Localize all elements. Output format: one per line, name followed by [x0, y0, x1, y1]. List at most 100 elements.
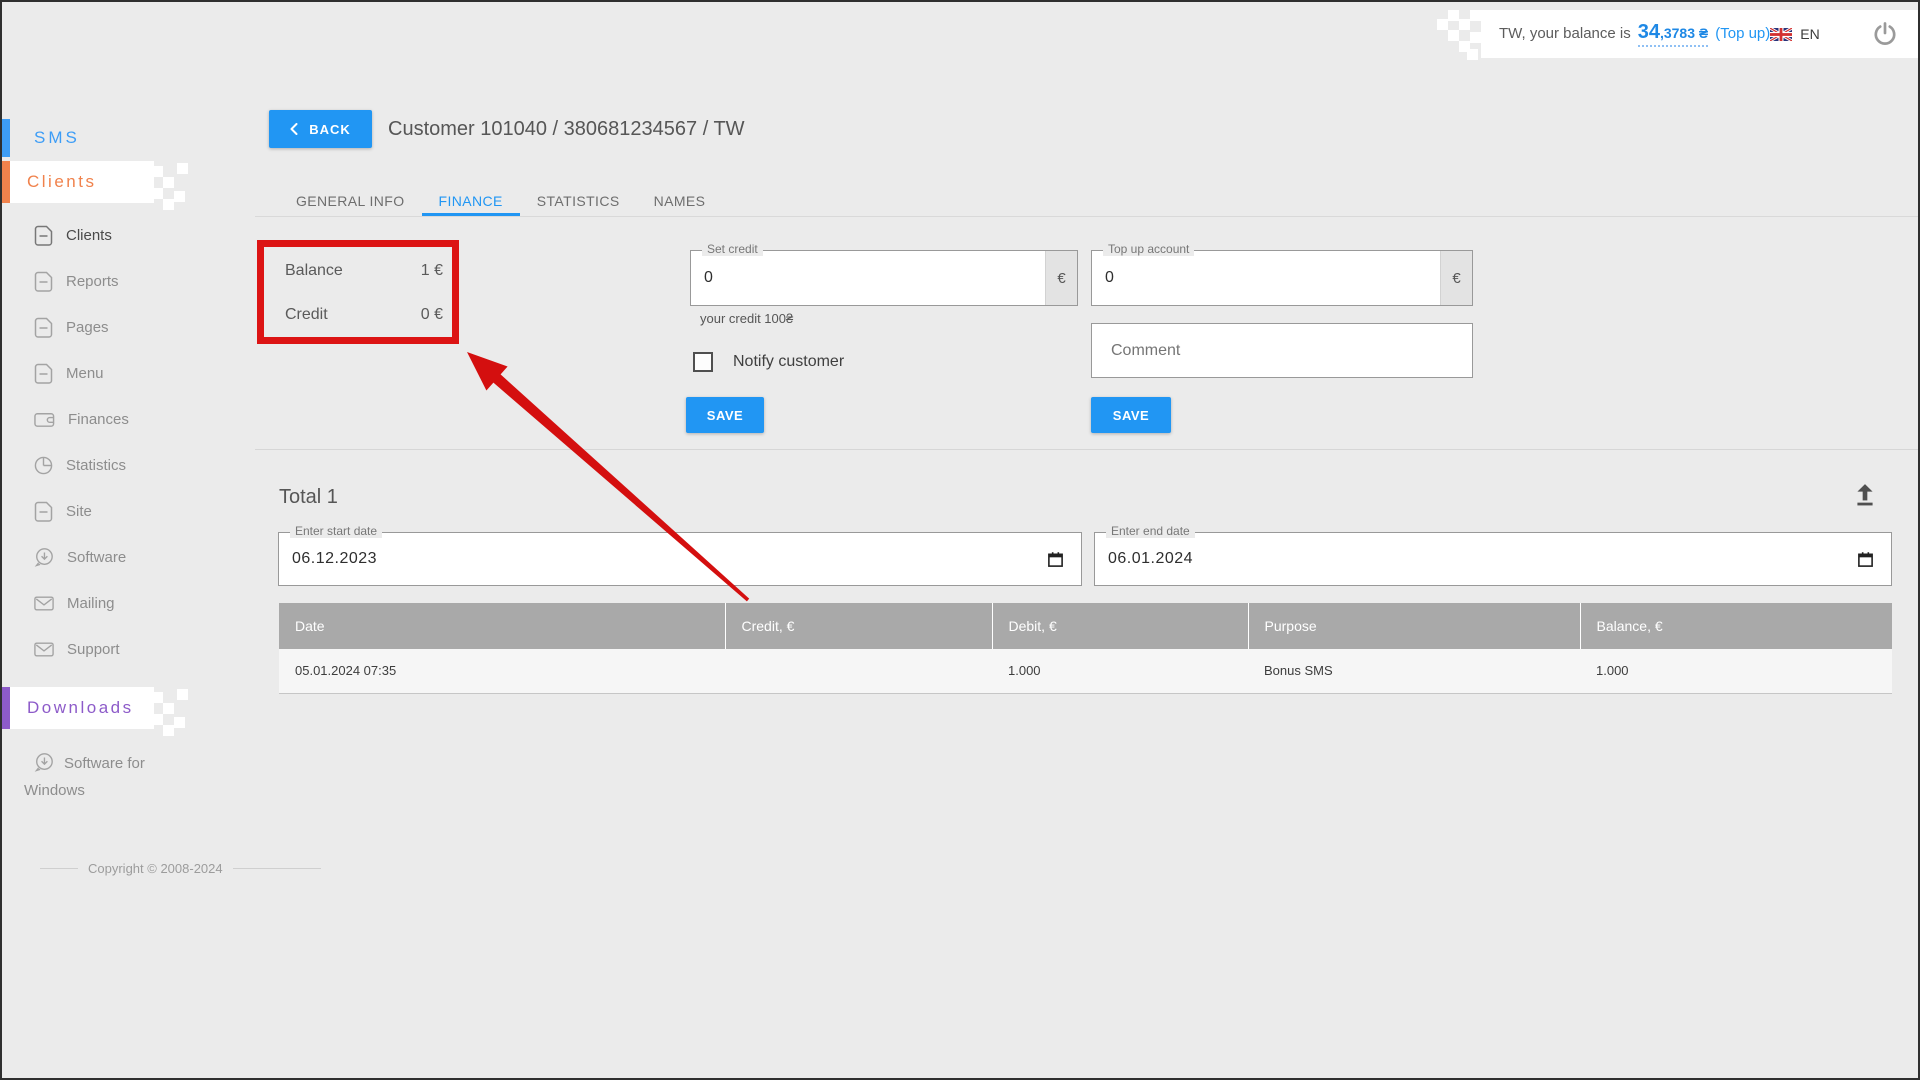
- currency-suffix: €: [1440, 251, 1472, 305]
- chevron-left-icon: [290, 123, 298, 135]
- balance-summary-row: Balance 1 €: [285, 262, 443, 280]
- calendar-icon[interactable]: [1857, 551, 1874, 573]
- start-date-input[interactable]: [279, 533, 1031, 585]
- document-icon: [34, 363, 53, 384]
- copyright-divider-right: [233, 868, 321, 869]
- total-count-label: Total 1: [279, 486, 338, 509]
- tab-general-info[interactable]: GENERAL INFO: [279, 186, 422, 216]
- transactions-table: Date Credit, € Debit, € Purpose Balance,…: [279, 603, 1892, 694]
- pixel-dissolve-decoration: [152, 166, 163, 177]
- clients-accent-bar: [2, 161, 10, 203]
- cell-balance: 1.000: [1580, 649, 1892, 693]
- sidebar-item-reports[interactable]: Reports: [0, 258, 250, 304]
- sidebar-item-label: Clients: [66, 227, 112, 244]
- end-date-field: Enter end date: [1094, 532, 1892, 586]
- pixel-dissolve-decoration: [1437, 19, 1448, 30]
- table-header-row: Date Credit, € Debit, € Purpose Balance,…: [279, 603, 1892, 649]
- wallet-icon: [34, 410, 55, 428]
- notify-customer-checkbox[interactable]: [693, 352, 713, 372]
- balance-fraction: ,3783 ₴: [1660, 25, 1708, 41]
- sidebar-item-finances[interactable]: Finances: [0, 396, 250, 442]
- column-header-purpose: Purpose: [1248, 603, 1580, 649]
- sidebar-item-software[interactable]: Software: [0, 534, 250, 580]
- credit-label: Credit: [285, 306, 328, 324]
- sidebar-item-label: Pages: [66, 319, 109, 336]
- sidebar-item-label: Software: [67, 549, 126, 566]
- download-icon[interactable]: [34, 752, 54, 777]
- section-divider: [255, 449, 1918, 450]
- sidebar-item-clients[interactable]: Clients: [0, 212, 250, 258]
- balance-whole: 34: [1638, 21, 1660, 43]
- set-credit-input[interactable]: [691, 251, 1037, 305]
- credit-value: 0 €: [421, 306, 443, 324]
- top-up-link[interactable]: (Top up): [1715, 25, 1770, 42]
- sidebar-item-label: Support: [67, 641, 120, 658]
- set-credit-field: Set credit €: [690, 250, 1078, 306]
- balance-line: TW, your balance is 34,3783 ₴ (Top up): [1499, 21, 1770, 47]
- back-button-label: BACK: [309, 122, 351, 137]
- column-header-debit: Debit, €: [992, 603, 1248, 649]
- download-icon: [34, 547, 54, 567]
- currency-suffix: €: [1045, 251, 1077, 305]
- copyright-divider-left: [40, 868, 78, 869]
- sidebar-item-label: Mailing: [67, 595, 115, 612]
- sidebar-section-downloads[interactable]: Downloads: [2, 687, 154, 729]
- sidebar-item-label: Site: [66, 503, 92, 520]
- tab-finance[interactable]: FINANCE: [422, 186, 520, 216]
- downloads-section-label: Downloads: [27, 698, 134, 718]
- sidebar-item-site[interactable]: Site: [0, 488, 250, 534]
- page-title: Customer 101040 / 380681234567 / TW: [388, 118, 745, 141]
- sms-section-label: SMS: [34, 128, 80, 148]
- sidebar-item-pages[interactable]: Pages: [0, 304, 250, 350]
- sidebar-item-label: Statistics: [66, 457, 126, 474]
- calendar-icon[interactable]: [1047, 551, 1064, 573]
- document-icon: [34, 317, 53, 338]
- top-up-account-input[interactable]: [1092, 251, 1432, 305]
- sidebar-section-clients[interactable]: Clients: [2, 161, 154, 203]
- sidebar-item-mailing[interactable]: Mailing: [0, 580, 250, 626]
- sidebar-item-label: Finances: [68, 411, 129, 428]
- copyright-text: Copyright © 2008-2024: [88, 861, 223, 876]
- sidebar-item-software-for-windows-line2[interactable]: Windows: [24, 782, 85, 799]
- save-top-up-button[interactable]: SAVE: [1091, 397, 1171, 433]
- tab-bar: GENERAL INFO FINANCE STATISTICS NAMES: [255, 186, 1918, 217]
- document-icon: [34, 225, 53, 246]
- end-date-input[interactable]: [1095, 533, 1841, 585]
- sidebar-item-statistics[interactable]: Statistics: [0, 442, 250, 488]
- comment-input[interactable]: [1092, 324, 1472, 377]
- sidebar-item-label: Reports: [66, 273, 119, 290]
- balance-value: 1 €: [421, 262, 443, 280]
- document-icon: [34, 271, 53, 292]
- sidebar-item-software-for-windows[interactable]: Software for: [64, 755, 145, 772]
- sidebar-item-support[interactable]: Support: [0, 626, 250, 672]
- logout-button[interactable]: [1872, 21, 1898, 47]
- downloads-accent-bar: [2, 687, 10, 729]
- balance-prefix-text: TW, your balance is: [1499, 25, 1631, 42]
- sms-accent-bar: [2, 119, 10, 157]
- cell-credit: [725, 649, 992, 693]
- save-credit-button[interactable]: SAVE: [686, 397, 764, 433]
- comment-field: [1091, 323, 1473, 378]
- tab-names[interactable]: NAMES: [637, 186, 723, 216]
- column-header-balance: Balance, €: [1580, 603, 1892, 649]
- balance-label: Balance: [285, 262, 343, 280]
- tab-statistics[interactable]: STATISTICS: [520, 186, 637, 216]
- top-up-account-field: Top up account €: [1091, 250, 1473, 306]
- sidebar-item-menu[interactable]: Menu: [0, 350, 250, 396]
- notify-customer-label[interactable]: Notify customer: [733, 353, 844, 371]
- credit-hint-text: your credit 100₴: [700, 311, 793, 326]
- column-header-date: Date: [279, 603, 725, 649]
- balance-amount-link[interactable]: 34,3783 ₴: [1638, 21, 1709, 47]
- sidebar-section-sms[interactable]: SMS: [2, 119, 80, 157]
- back-button[interactable]: BACK: [269, 110, 372, 148]
- upload-icon: [1851, 480, 1879, 508]
- power-icon: [1872, 21, 1898, 47]
- export-button[interactable]: [1850, 480, 1880, 510]
- table-row: 05.01.2024 07:35 1.000 Bonus SMS 1.000: [279, 649, 1892, 693]
- sidebar-item-label: Menu: [66, 365, 104, 382]
- top-bar: TW, your balance is 34,3783 ₴ (Top up) E…: [1481, 10, 1918, 58]
- language-selector[interactable]: EN: [1770, 26, 1819, 42]
- cell-debit: 1.000: [992, 649, 1248, 693]
- start-date-field: Enter start date: [278, 532, 1082, 586]
- language-label: EN: [1800, 26, 1819, 42]
